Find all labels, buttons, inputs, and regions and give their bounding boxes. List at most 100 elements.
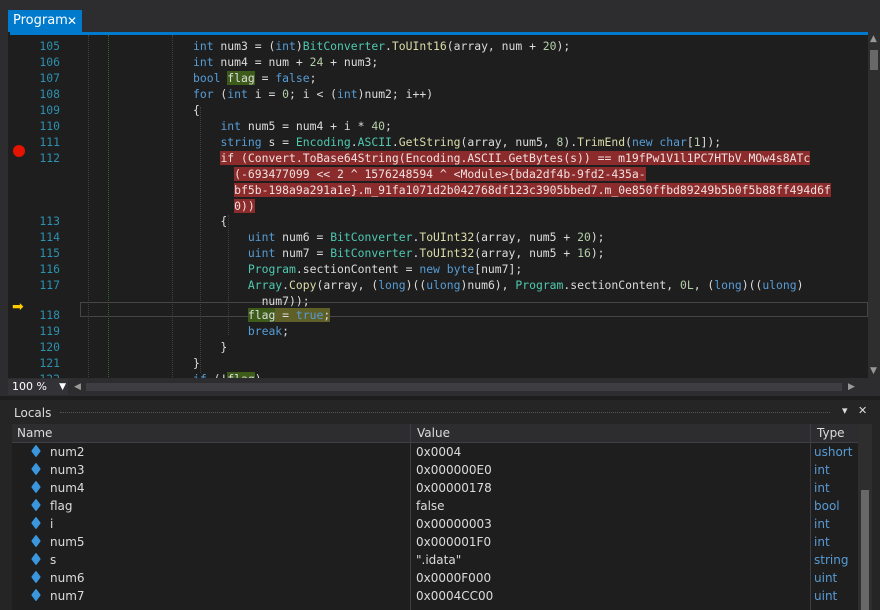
table-row[interactable]: num5 0x000001F0 int [12, 533, 858, 551]
editor-bottom-bar: 100 % ▼ ◀ ▶ [0, 378, 880, 396]
line-number: 109 [39, 103, 60, 117]
variable-value[interactable]: false [416, 497, 445, 515]
table-row[interactable]: num4 0x00000178 int [12, 479, 858, 497]
line-number: 115 [39, 246, 60, 260]
scrollbar-thumb[interactable] [861, 490, 869, 610]
code-text[interactable]: for (int i = 0; i < (int)num2; i++) [193, 86, 433, 102]
local-variable-icon [31, 552, 41, 566]
variable-type: int [814, 535, 830, 549]
tab-label: Program [13, 13, 68, 28]
code-text[interactable]: Array.Copy(array, (long)((ulong)num6), P… [193, 277, 804, 293]
variable-value[interactable]: 0x0004 [416, 443, 461, 461]
code-text[interactable]: uint num7 = BitConverter.ToUInt32(array,… [193, 245, 605, 261]
line-number: 105 [39, 39, 60, 53]
line-number: 112 [39, 151, 60, 165]
local-variable-icon [31, 516, 41, 530]
column-header-value[interactable]: Value [412, 424, 450, 442]
variable-value[interactable]: 0x000001F0 [416, 533, 491, 551]
variable-type: int [814, 481, 830, 495]
code-text[interactable]: if (Convert.ToBase64String(Encoding.ASCI… [193, 150, 811, 166]
variable-type: ushort [814, 445, 853, 459]
table-row[interactable]: flag false bool [12, 497, 858, 515]
variable-type: uint [814, 589, 838, 603]
code-text[interactable]: { [193, 102, 200, 118]
line-number: 121 [39, 356, 60, 370]
variable-name: num3 [50, 463, 85, 477]
line-number: 110 [39, 119, 60, 133]
table-row[interactable]: num3 0x000000E0 int [12, 461, 858, 479]
variable-type: int [814, 463, 830, 477]
change-bar [108, 35, 109, 378]
variable-name: i [50, 517, 54, 531]
code-text[interactable]: int num5 = num4 + i * 40; [193, 118, 391, 134]
horizontal-scrollbar[interactable] [86, 383, 842, 391]
code-text[interactable]: bf5b-198a9a291a1e}.m_91fa1071d2b042768df… [193, 182, 831, 198]
line-number: 111 [39, 135, 60, 149]
locals-vertical-scrollbar[interactable] [858, 424, 872, 610]
variable-value[interactable]: 0x00000003 [416, 515, 492, 533]
code-text[interactable]: flag = true; [193, 307, 331, 323]
code-text[interactable]: 0)) [193, 198, 255, 214]
code-text[interactable]: Program.sectionContent = new byte[num7]; [193, 261, 522, 277]
table-row[interactable]: i 0x00000003 int [12, 515, 858, 533]
scroll-left-icon[interactable]: ◀ [74, 382, 81, 392]
table-row[interactable]: num2 0x0004 ushort [12, 443, 858, 461]
code-editor[interactable]: ➡ 105 int num3 = (int)BitConverter.ToUInt… [0, 32, 880, 378]
scrollbar-thumb[interactable] [870, 50, 878, 70]
variable-value[interactable]: 0x0004CC00 [416, 587, 493, 605]
code-text[interactable]: } [193, 355, 200, 371]
column-header-type[interactable]: Type [812, 424, 845, 442]
table-row[interactable]: s ".idata" string [12, 551, 858, 569]
code-text[interactable]: int num3 = (int)BitConverter.ToUInt16(ar… [193, 38, 570, 54]
variable-value[interactable]: 0x000000E0 [416, 461, 492, 479]
line-number: 118 [39, 308, 60, 322]
code-text[interactable]: break; [193, 323, 289, 339]
zoom-dropdown[interactable]: 100 % ▼ [8, 379, 68, 395]
table-row[interactable]: num7 0x0004CC00 uint [12, 587, 858, 605]
line-number: 107 [39, 71, 60, 85]
variable-value[interactable]: 0x00000178 [416, 479, 492, 497]
variable-value[interactable]: ".idata" [416, 551, 461, 569]
window-position-icon[interactable]: ▾ [842, 404, 848, 417]
code-text[interactable]: uint num6 = BitConverter.ToUInt32(array,… [193, 229, 605, 245]
indent-guide [88, 35, 89, 378]
variable-name: num2 [50, 445, 85, 459]
scroll-up-icon[interactable]: ▲ [870, 34, 877, 44]
code-text[interactable]: (-693477099 << 2 ^ 1576248594 ^ <Module>… [193, 166, 646, 182]
local-variable-icon [31, 444, 41, 458]
line-number: 119 [39, 324, 60, 338]
code-text[interactable]: int num4 = num + 24 + num3; [193, 54, 378, 70]
variable-name: num6 [50, 571, 85, 585]
variable-value[interactable]: 0x0000F000 [416, 569, 491, 587]
line-number: 120 [39, 340, 60, 354]
line-number: 122 [10, 371, 60, 378]
local-variable-icon [31, 462, 41, 476]
variable-type: uint [814, 571, 838, 585]
local-variable-icon [31, 588, 41, 602]
code-text[interactable]: if (!flag) [193, 371, 262, 378]
column-header-name[interactable]: Name [12, 424, 52, 442]
code-text[interactable]: } [193, 339, 227, 355]
indent-guide [172, 35, 173, 378]
code-text[interactable]: string s = Encoding.ASCII.GetString(arra… [193, 134, 721, 150]
local-variable-icon [31, 534, 41, 548]
line-number: 116 [39, 262, 60, 276]
line-number: 114 [39, 230, 60, 244]
variable-name: s [50, 553, 57, 567]
code-text[interactable]: { [193, 213, 227, 229]
table-row[interactable]: num6 0x0000F000 uint [12, 569, 858, 587]
local-variable-icon [31, 570, 41, 584]
variable-type: int [814, 517, 830, 531]
code-view[interactable]: ➡ 105 int num3 = (int)BitConverter.ToUInt… [10, 32, 868, 378]
scroll-right-icon[interactable]: ▶ [848, 382, 855, 392]
variable-type: bool [814, 499, 840, 513]
close-icon[interactable]: ✕ [858, 404, 867, 417]
document-tab-bar: Program ✕ [0, 0, 880, 32]
variable-name: num7 [50, 589, 85, 603]
close-icon[interactable]: ✕ [67, 10, 77, 32]
scroll-down-icon[interactable]: ▼ [870, 366, 877, 376]
editor-vertical-scrollbar[interactable]: ▲ ▼ [868, 32, 880, 378]
code-text[interactable]: bool flag = false; [193, 70, 316, 86]
tab-program[interactable]: Program ✕ [8, 10, 82, 32]
grid-header: Name Value Type [12, 424, 858, 443]
